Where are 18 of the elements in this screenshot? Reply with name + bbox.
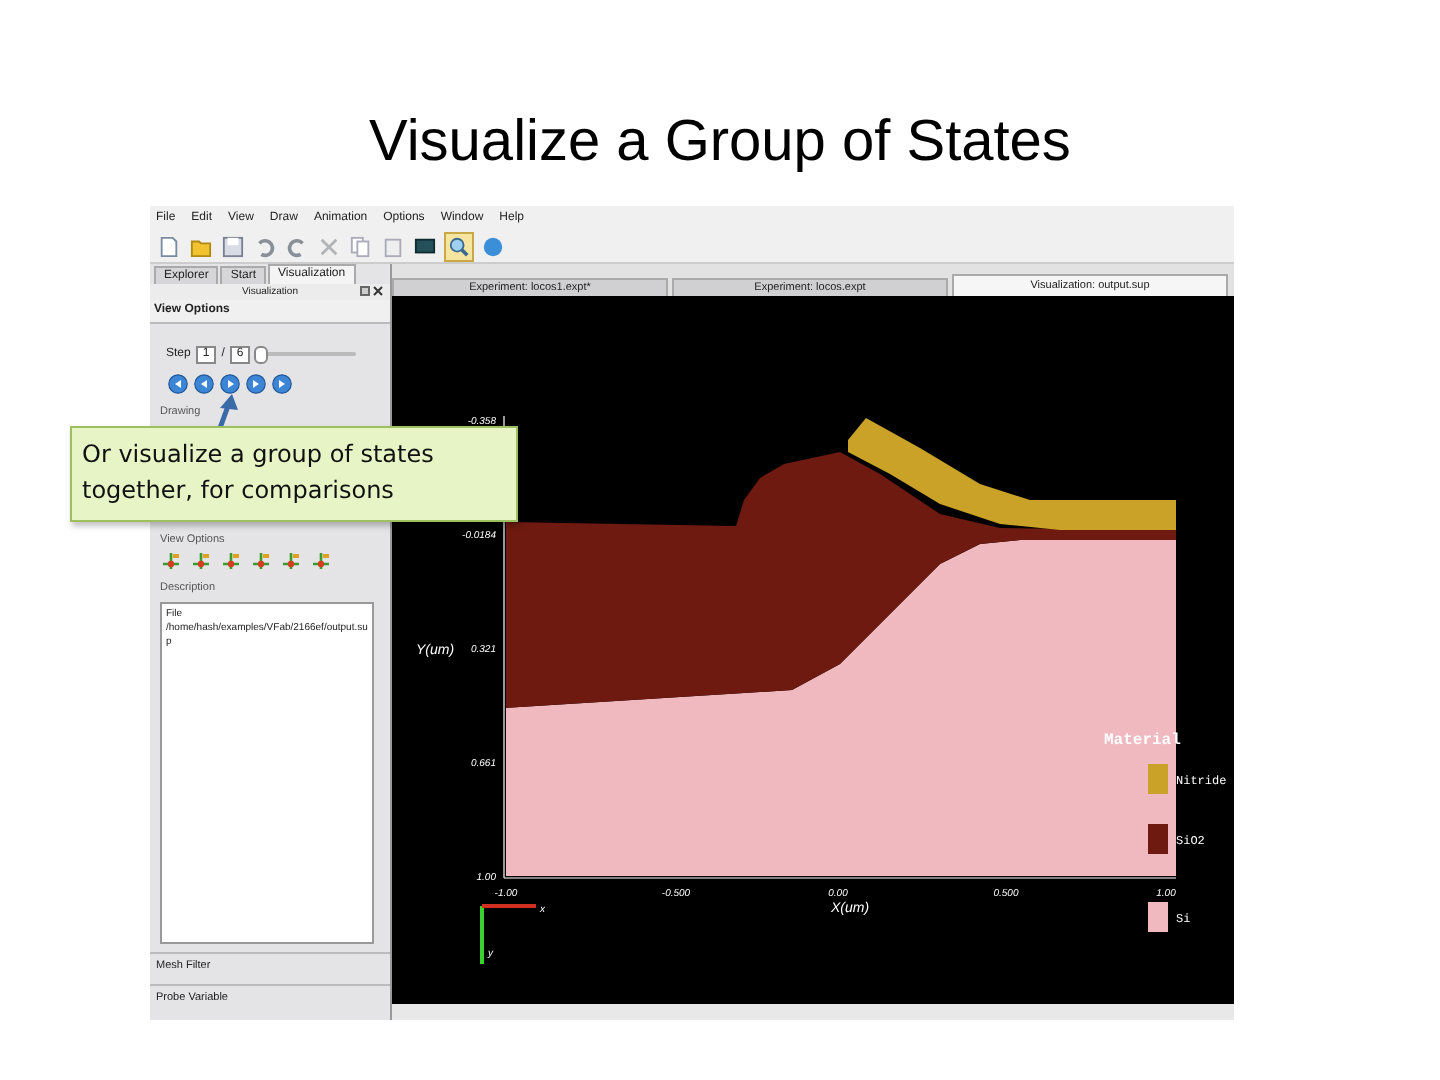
- pointer-arrow: [212, 394, 240, 428]
- callout-note: Or visualize a group of states together, for comparisons: [70, 426, 518, 522]
- magnifier-icon[interactable]: [444, 231, 474, 261]
- previous-icon[interactable]: [194, 374, 214, 394]
- slide-title: Visualize a Group of States: [367, 108, 1073, 178]
- axes-icon[interactable]: [222, 552, 240, 570]
- save-icon[interactable]: [220, 233, 246, 259]
- play-icon[interactable]: [220, 374, 240, 394]
- slider-thumb[interactable]: [253, 346, 268, 364]
- next-icon[interactable]: [246, 374, 266, 394]
- axes-icon[interactable]: [312, 552, 330, 570]
- monitor-icon[interactable]: [412, 233, 438, 259]
- axes-icon[interactable]: [192, 552, 210, 570]
- float-close-icon[interactable]: [360, 286, 384, 296]
- copy-icon[interactable]: [348, 233, 374, 259]
- axes-icon[interactable]: [252, 552, 270, 570]
- axes-icon[interactable]: [282, 552, 300, 570]
- axes-icon[interactable]: [162, 552, 180, 570]
